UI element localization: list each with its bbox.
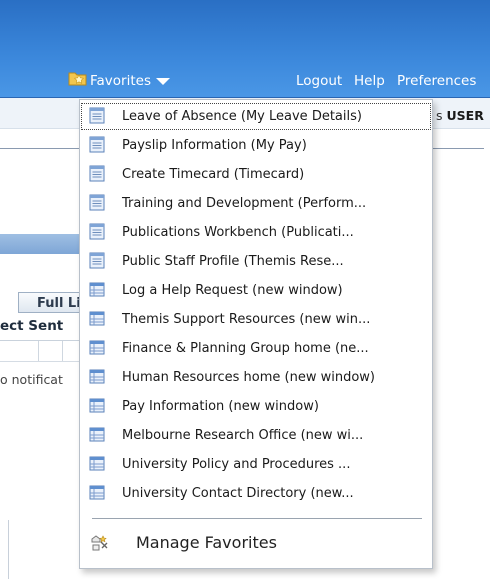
- favorites-menu-item[interactable]: Themis Support Resources (new win...: [82, 307, 430, 332]
- manage-favorites-item[interactable]: Manage Favorites: [82, 528, 430, 558]
- page-icon: [89, 252, 105, 269]
- logout-link[interactable]: Logout: [296, 72, 342, 90]
- table-row: [0, 341, 86, 362]
- menu-separator: [92, 518, 422, 519]
- window-icon: [89, 368, 105, 385]
- favorites-menu-item[interactable]: Finance & Planning Group home (ne...: [82, 336, 430, 361]
- favorites-menu-item-label: Publications Workbench (Publicati...: [122, 225, 354, 240]
- favorites-folder-icon[interactable]: [68, 70, 88, 86]
- window-icon: [89, 397, 105, 414]
- favorites-menu-item-label: Finance & Planning Group home (ne...: [122, 341, 369, 356]
- page-icon: [89, 107, 105, 124]
- favorites-dropdown-menu: Leave of Absence (My Leave Details) Paysl…: [79, 99, 433, 569]
- favorites-menu-item-label: Pay Information (new window): [122, 399, 319, 414]
- page-icon: [89, 223, 105, 240]
- favorites-menu-item[interactable]: University Policy and Procedures ...: [82, 452, 430, 477]
- window-icon: [89, 339, 105, 356]
- favorites-menu-item-label: Melbourne Research Office (new wi...: [122, 428, 364, 443]
- cell-divider: [62, 341, 63, 361]
- favorites-menu-item-label: Training and Development (Perform...: [122, 196, 367, 211]
- favorites-menu-item[interactable]: Training and Development (Perform...: [82, 191, 430, 216]
- manage-favorites-label: Manage Favorites: [136, 533, 277, 552]
- no-notifications-text: o notificat: [0, 372, 63, 387]
- window-icon: [89, 281, 105, 298]
- favorites-menu-item[interactable]: Public Staff Profile (Themis Rese...: [82, 249, 430, 274]
- window-icon: [89, 455, 105, 472]
- favorites-menu-item[interactable]: Log a Help Request (new window): [82, 278, 430, 303]
- column-header-subject-sent: ect Sent: [0, 318, 86, 341]
- user-greeting: s USER: [436, 108, 484, 123]
- page-icon: [89, 136, 105, 153]
- favorites-menu-item[interactable]: Create Timecard (Timecard): [82, 162, 430, 187]
- favorites-menu-item[interactable]: University Contact Directory (new...: [82, 481, 430, 506]
- favorites-menu-item[interactable]: Human Resources home (new window): [82, 365, 430, 390]
- window-icon: [89, 484, 105, 501]
- manage-favorites-icon: [91, 535, 108, 551]
- favorites-menu-item-label: University Policy and Procedures ...: [122, 457, 351, 472]
- favorites-menu-item-label: Create Timecard (Timecard): [122, 167, 305, 182]
- window-icon: [89, 310, 105, 327]
- divider: [8, 520, 9, 579]
- full-list-button[interactable]: Full Li: [18, 292, 88, 313]
- user-name: USER: [446, 108, 484, 123]
- favorites-menu-item[interactable]: Payslip Information (My Pay): [82, 133, 430, 158]
- favorites-menu-item-label: Payslip Information (My Pay): [122, 138, 307, 153]
- favorites-menu-item-label: Themis Support Resources (new win...: [122, 312, 371, 327]
- page-icon: [89, 194, 105, 211]
- favorites-menu-item[interactable]: Melbourne Research Office (new wi...: [82, 423, 430, 448]
- favorites-menu-button[interactable]: Favorites: [90, 72, 151, 90]
- help-link[interactable]: Help: [354, 72, 385, 90]
- page-icon: [89, 165, 105, 182]
- user-prefix: s: [436, 108, 447, 123]
- favorites-menu-item-label: Log a Help Request (new window): [122, 283, 343, 298]
- favorites-menu-item[interactable]: Pay Information (new window): [82, 394, 430, 419]
- favorites-menu-item[interactable]: Leave of Absence (My Leave Details): [81, 103, 431, 130]
- favorites-menu-item[interactable]: Publications Workbench (Publicati...: [82, 220, 430, 245]
- favorites-menu-item-label: Human Resources home (new window): [122, 370, 375, 385]
- window-icon: [89, 426, 105, 443]
- cell-divider: [38, 341, 39, 361]
- favorites-menu-item-label: University Contact Directory (new...: [122, 486, 354, 501]
- favorites-menu-item-label: Leave of Absence (My Leave Details): [122, 109, 362, 124]
- favorites-menu-item-label: Public Staff Profile (Themis Rese...: [122, 254, 344, 269]
- preferences-link[interactable]: Preferences: [397, 72, 476, 90]
- chevron-down-icon[interactable]: [156, 78, 170, 85]
- section-header-band: [0, 234, 86, 254]
